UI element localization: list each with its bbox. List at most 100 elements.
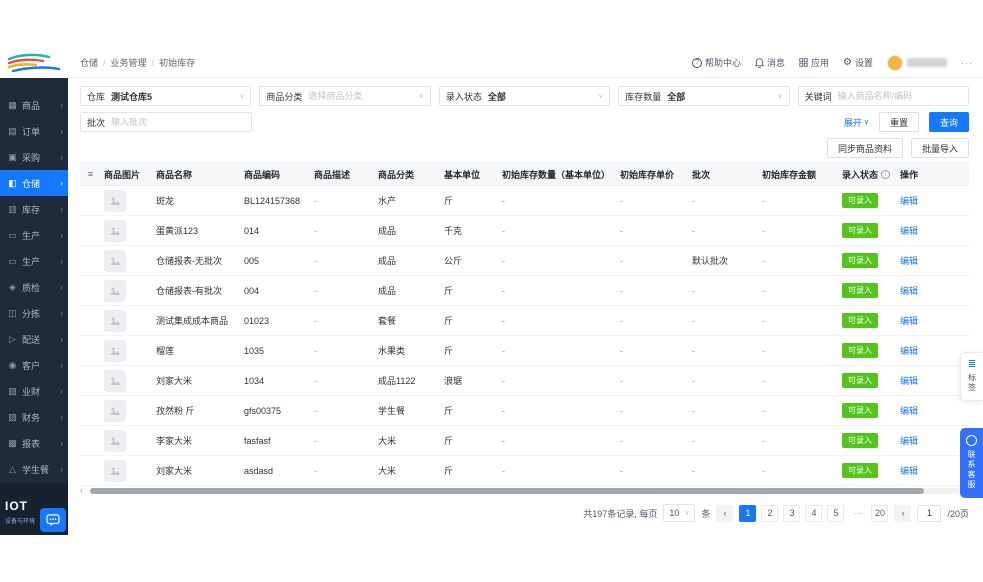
user-menu[interactable]: [887, 54, 947, 71]
product-image-cell: [104, 429, 156, 452]
apps-button[interactable]: 应用: [799, 56, 829, 69]
stock-quantity-select[interactable]: 库存数量 全部 ∨: [618, 86, 790, 106]
tag-widget[interactable]: ≣ 标签: [960, 352, 983, 401]
page-button[interactable]: 4: [805, 504, 823, 522]
initial-amount: -: [762, 375, 765, 386]
chevron-right-icon: ›: [60, 464, 63, 474]
product-code: fasfasf: [244, 435, 271, 446]
expand-filters-link[interactable]: 展开 ∨: [844, 116, 869, 129]
initial-qty: -: [502, 375, 505, 386]
sidebar-item-finance[interactable]: ▨ 财务 ›: [0, 404, 68, 430]
product-category: 成品: [378, 226, 397, 236]
prev-page-button[interactable]: ‹: [716, 504, 734, 522]
chevron-right-icon: ›: [60, 178, 63, 188]
status-cell: 可录入: [842, 463, 900, 478]
category-input[interactable]: [308, 91, 413, 101]
sidebar-item-orders[interactable]: ▤ 订单 ›: [0, 118, 68, 144]
edit-link[interactable]: 编辑: [900, 374, 918, 387]
product-desc: -: [314, 375, 317, 386]
edit-link[interactable]: 编辑: [900, 314, 918, 327]
edit-link[interactable]: 编辑: [900, 194, 918, 207]
topbar-actions: ? 帮助中心 消息 应用 ⚙ 设置 ···: [691, 54, 973, 71]
edit-link[interactable]: 编辑: [900, 224, 918, 237]
entry-status-label: 录入状态: [445, 91, 482, 102]
category-select[interactable]: 商品分类 ∨: [259, 86, 431, 106]
page-button[interactable]: 1: [739, 504, 757, 522]
page-button[interactable]: 5: [827, 504, 845, 522]
sidebar-item-production-2[interactable]: ▭ 生产 ›: [0, 248, 68, 274]
initial-amount: -: [762, 285, 765, 296]
warehouse-select[interactable]: 仓库 测试仓库5 ∨: [80, 86, 252, 106]
initial-amount: -: [762, 225, 765, 236]
product-image-cell: [104, 249, 156, 272]
product-unit: 斤: [444, 466, 454, 476]
product-desc: -: [314, 195, 317, 206]
next-page-button[interactable]: ›: [894, 504, 912, 522]
sidebar-item-quality[interactable]: ◈ 质检 ›: [0, 274, 68, 300]
page-button[interactable]: 2: [761, 504, 779, 522]
edit-link[interactable]: 编辑: [900, 464, 918, 477]
chevron-right-icon: ›: [60, 126, 63, 136]
keyword-field[interactable]: 关键词: [797, 86, 970, 106]
initial-qty: -: [502, 255, 505, 266]
page-jump-input[interactable]: [917, 504, 942, 522]
product-image-placeholder: [104, 279, 126, 302]
initial-qty: -: [502, 465, 505, 476]
page-button[interactable]: 20: [871, 504, 889, 522]
sidebar-item-products[interactable]: ▦ 商品 ›: [0, 92, 68, 118]
product-category: 成品: [378, 286, 397, 296]
chat-button[interactable]: [40, 508, 66, 532]
product-image-placeholder: [104, 249, 126, 272]
customer-service-widget[interactable]: 联系客服: [960, 428, 983, 498]
horizontal-scrollbar[interactable]: [90, 488, 959, 494]
chevron-right-icon: ›: [60, 334, 63, 344]
sidebar-item-customers[interactable]: ◉ 客户 ›: [0, 352, 68, 378]
settings-button[interactable]: ⚙ 设置: [843, 56, 873, 69]
edit-link[interactable]: 编辑: [900, 404, 918, 417]
help-center-button[interactable]: ? 帮助中心: [691, 56, 741, 69]
sync-products-button[interactable]: 同步商品资料: [826, 138, 903, 158]
sidebar-item-warehouse[interactable]: ◧ 仓储 ›: [0, 170, 68, 196]
edit-link[interactable]: 编辑: [900, 284, 918, 297]
product-name: 测试集成成本商品: [156, 316, 229, 326]
topbar: 仓储 / 业务管理 / 初始库存 ? 帮助中心 消息 应用 ⚙ 设置 ···: [68, 48, 983, 78]
messages-button[interactable]: 消息: [755, 56, 785, 69]
sidebar-item-reports[interactable]: ▩ 报表 ›: [0, 430, 68, 456]
apps-grid-icon: [799, 58, 808, 67]
orders-icon: ▤: [8, 125, 17, 136]
batch-input[interactable]: [111, 117, 245, 127]
sidebar-item-purchase[interactable]: ▣ 采购 ›: [0, 144, 68, 170]
column-header: 初始库存金额: [762, 169, 817, 180]
sidebar-item-label: 配送: [22, 334, 41, 345]
sidebar-item-student-meal[interactable]: △ 学生餐 ›: [0, 456, 68, 482]
info-icon: i: [881, 169, 891, 179]
edit-link[interactable]: 编辑: [900, 254, 918, 267]
breadcrumb-item[interactable]: 仓储: [80, 56, 98, 69]
action-cell: 编辑: [900, 464, 946, 477]
reset-button[interactable]: 重置: [878, 112, 919, 132]
more-icon[interactable]: ···: [961, 58, 973, 68]
edit-link[interactable]: 编辑: [900, 434, 918, 447]
breadcrumb-item[interactable]: 业务管理: [111, 56, 147, 69]
sidebar-item-delivery[interactable]: ▷ 配送 ›: [0, 326, 68, 352]
sidebar-item-inventory[interactable]: ▥ 库存 ›: [0, 196, 68, 222]
status-cell: 可录入: [842, 403, 900, 418]
entry-status-select[interactable]: 录入状态 全部 ∨: [438, 86, 611, 106]
product-unit: 斤: [444, 436, 454, 446]
column-filter-icon[interactable]: ≡: [80, 169, 104, 179]
sidebar-item-production-1[interactable]: ▭ 生产 ›: [0, 222, 68, 248]
keyword-input[interactable]: [837, 91, 963, 101]
sidebar-item-sorting[interactable]: ◫ 分拣 ›: [0, 300, 68, 326]
sidebar-item-label: 质检: [22, 282, 41, 293]
bulk-import-button[interactable]: 批量导入: [910, 138, 969, 158]
column-header: 录入状态 i: [842, 168, 900, 181]
page-size-select[interactable]: 10 ∨: [663, 504, 696, 522]
search-button[interactable]: 查询: [928, 112, 969, 132]
edit-link[interactable]: 编辑: [900, 344, 918, 357]
scroll-left-icon[interactable]: ‹: [80, 485, 83, 495]
page-button[interactable]: 3: [783, 504, 801, 522]
status-cell: 可录入: [842, 253, 900, 268]
scrollbar-thumb[interactable]: [90, 488, 925, 494]
sidebar-item-business-finance[interactable]: ▧ 业财 ›: [0, 378, 68, 404]
batch-field[interactable]: 批次: [80, 112, 252, 132]
